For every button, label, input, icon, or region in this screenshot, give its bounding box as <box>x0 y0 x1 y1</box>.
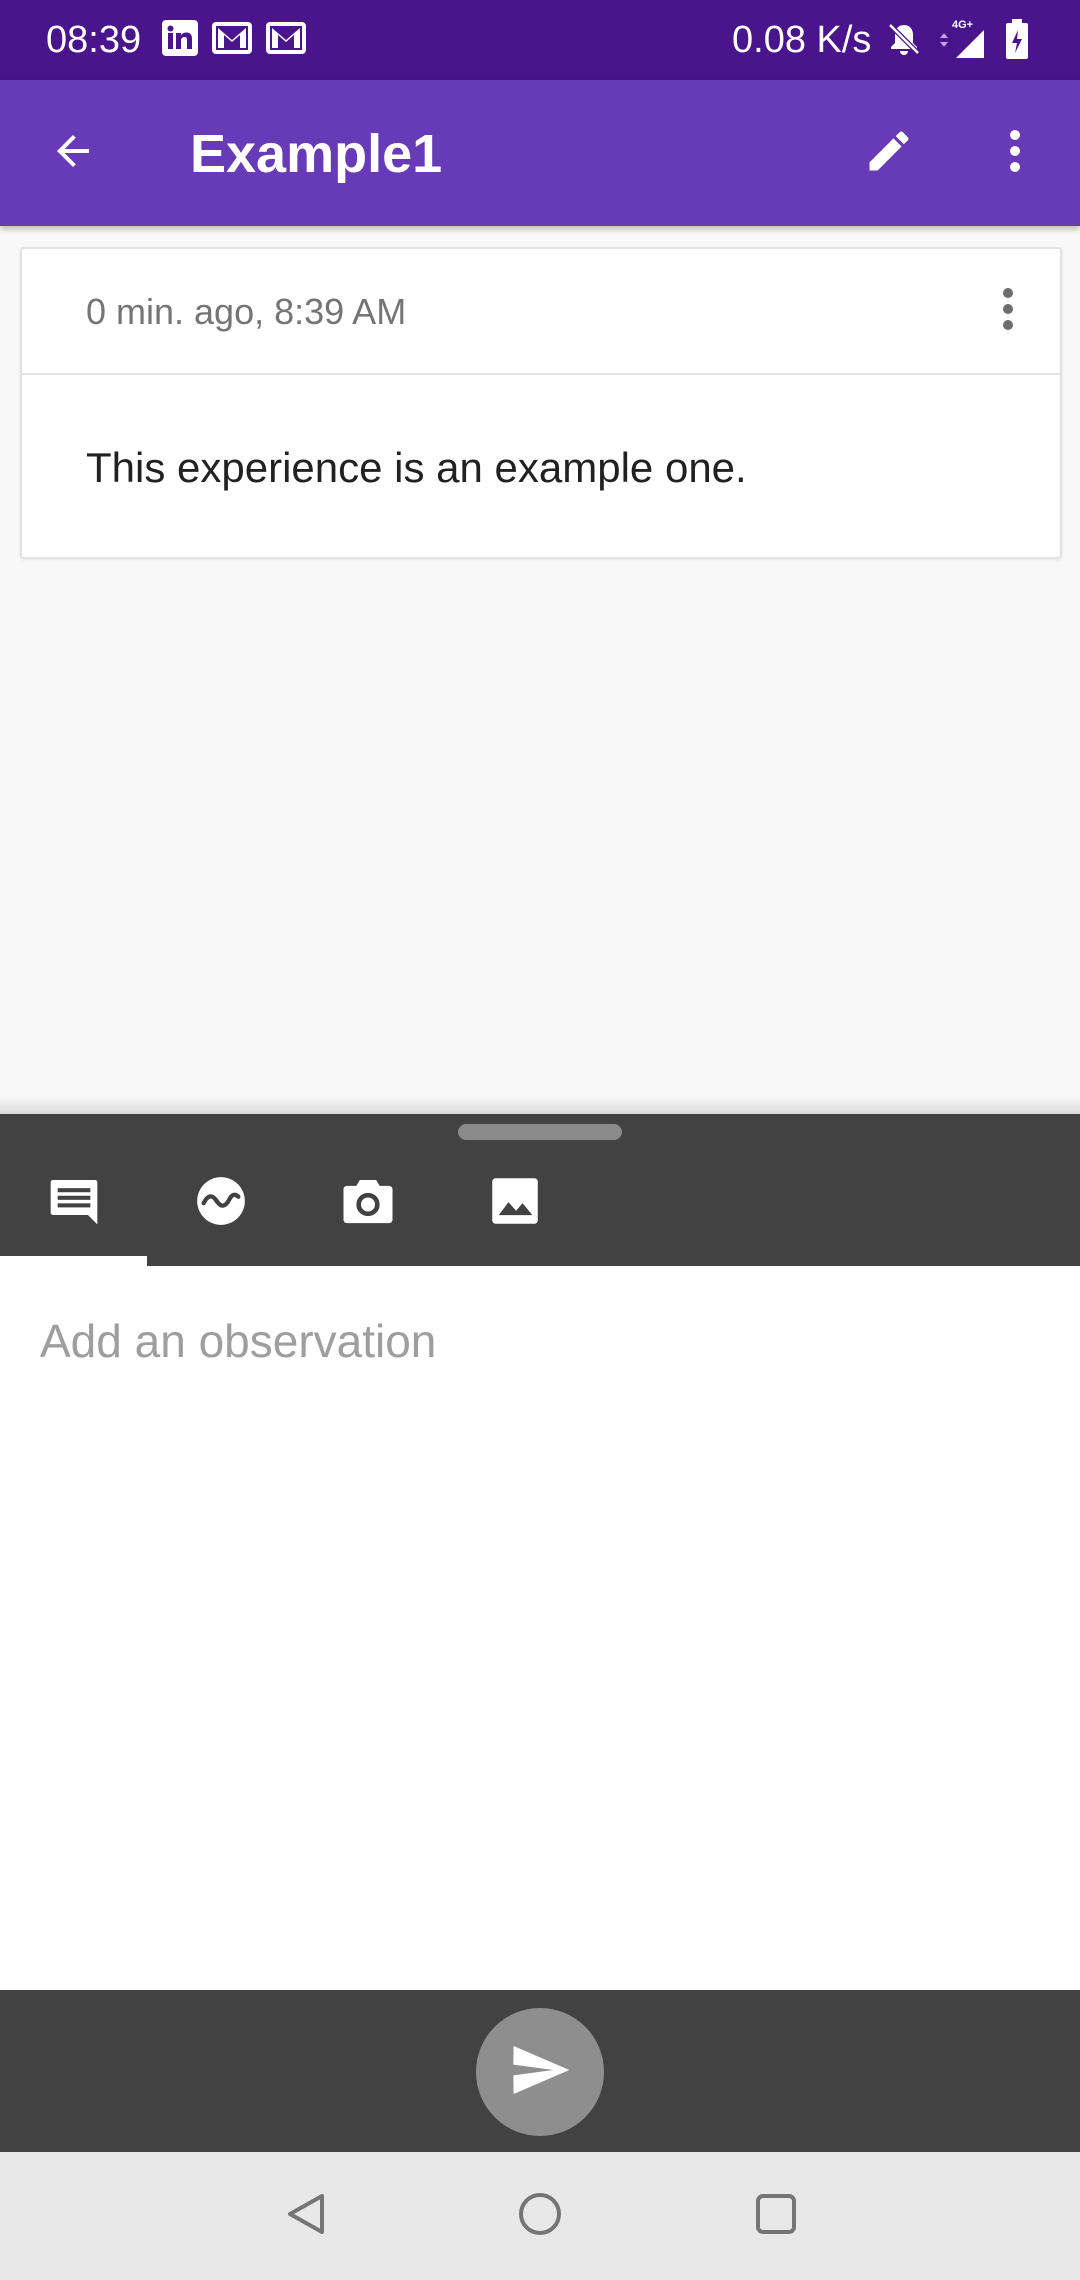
observation-toolbar <box>0 1114 1080 1266</box>
nav-recents-button[interactable] <box>744 2184 808 2248</box>
edit-button[interactable] <box>854 118 924 188</box>
note-timestamp: 0 min. ago, 8:39 AM <box>86 291 407 332</box>
tab-gallery[interactable] <box>441 1146 588 1256</box>
system-nav-bar <box>0 2152 1080 2280</box>
tab-camera[interactable] <box>294 1146 441 1256</box>
recents-square-icon <box>754 2192 798 2241</box>
comment-icon <box>46 1173 102 1229</box>
app-bar: Example1 <box>0 80 1080 226</box>
status-bar: 08:39 0.08 K/s 4G+ <box>0 0 1080 80</box>
battery-charging-icon <box>1004 18 1030 60</box>
sensor-wave-icon <box>195 1175 247 1227</box>
send-icon <box>508 2038 572 2107</box>
pencil-icon <box>863 125 915 182</box>
notification-icons <box>162 20 306 56</box>
overflow-menu-button[interactable] <box>980 118 1050 188</box>
camera-icon <box>340 1175 396 1227</box>
system-icons: 4G+ <box>884 18 1030 60</box>
bell-off-icon <box>884 19 924 59</box>
arrow-left-icon <box>49 127 97 180</box>
selected-tab-indicator <box>0 1256 147 1266</box>
more-vertical-icon <box>1001 286 1015 337</box>
image-icon <box>489 1175 541 1227</box>
linkedin-icon <box>162 20 198 56</box>
send-button[interactable] <box>476 2008 604 2136</box>
note-card[interactable]: 0 min. ago, 8:39 AM This experience is a… <box>20 247 1062 559</box>
nav-home-button[interactable] <box>508 2184 572 2248</box>
send-bar <box>0 1990 1080 2152</box>
signal-icon: 4G+ <box>936 18 992 60</box>
note-text: This experience is an example one. <box>86 444 747 491</box>
back-triangle-icon <box>284 2190 328 2243</box>
nav-back-button[interactable] <box>274 2184 338 2248</box>
note-card-header: 0 min. ago, 8:39 AM <box>22 249 1060 375</box>
panel-shadow <box>0 1096 1080 1114</box>
tab-text-note[interactable] <box>0 1146 147 1256</box>
home-circle-icon <box>516 2190 564 2243</box>
status-time: 08:39 <box>46 19 142 61</box>
drag-handle[interactable] <box>458 1124 622 1140</box>
observation-input[interactable] <box>40 1306 1040 1376</box>
note-menu-button[interactable] <box>978 279 1038 343</box>
more-vertical-icon <box>1007 127 1023 180</box>
gmail-icon <box>266 20 306 56</box>
network-speed: 0.08 K/s <box>732 19 872 61</box>
network-type-label: 4G+ <box>952 19 973 31</box>
page-title: Example1 <box>190 124 443 184</box>
gmail-icon <box>212 20 252 56</box>
tab-sensor[interactable] <box>147 1146 294 1256</box>
observation-input-area <box>0 1266 1080 1990</box>
back-button[interactable] <box>38 118 108 188</box>
